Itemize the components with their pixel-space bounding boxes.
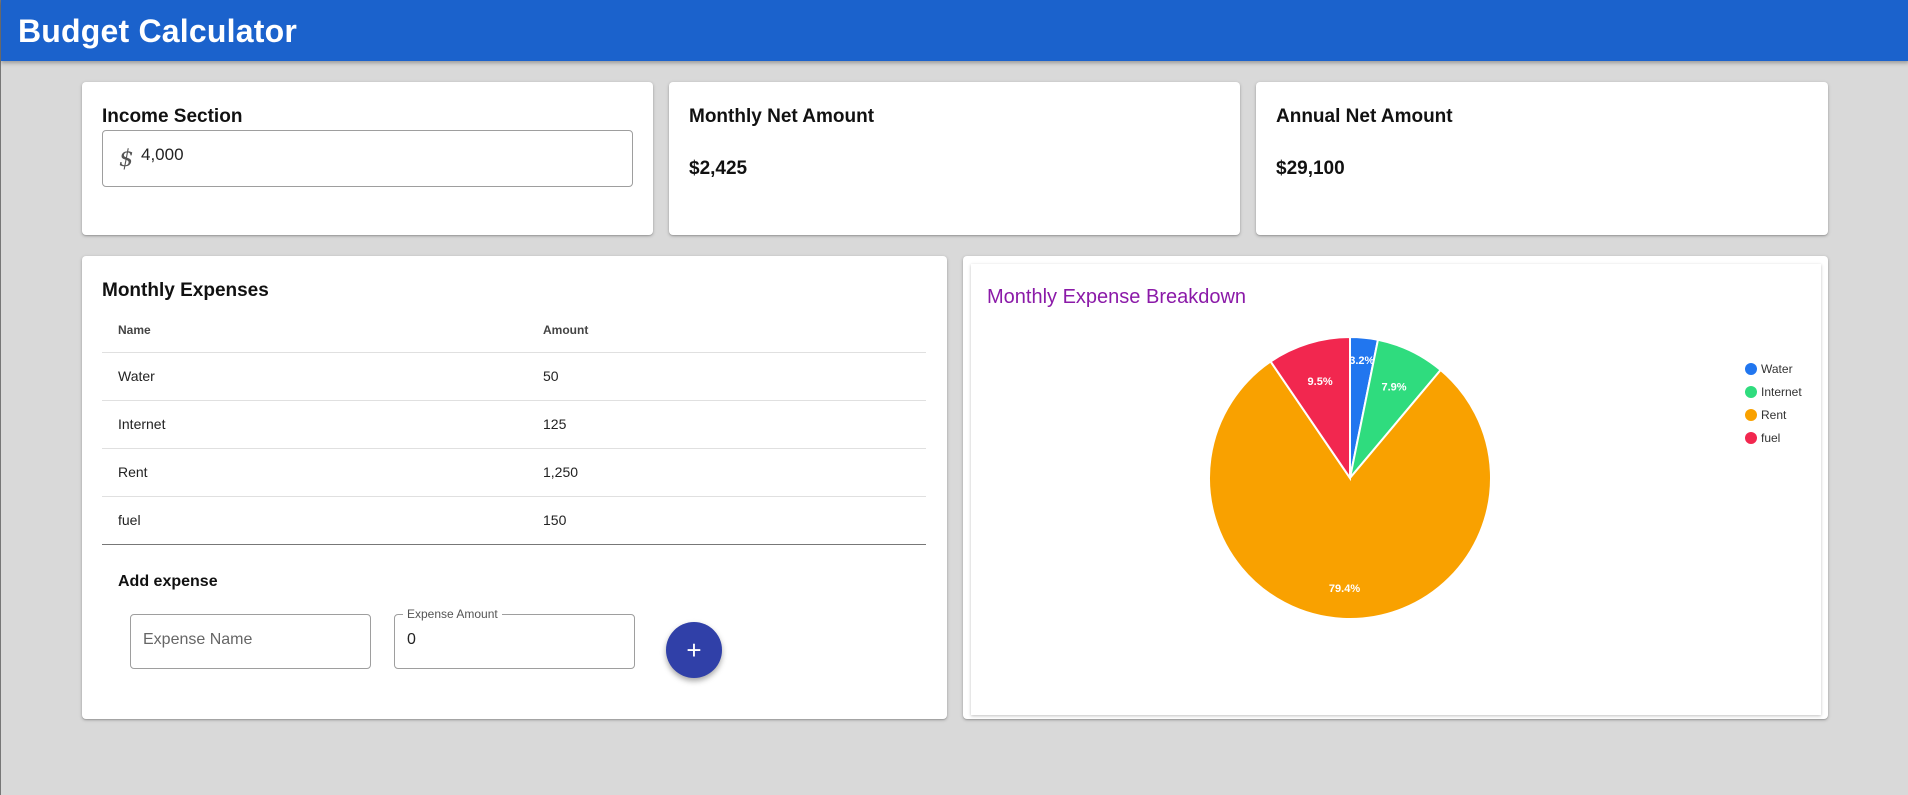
expenses-table: Name Amount Water 50 Internet 125 Rent 1… (102, 308, 926, 545)
legend-label[interactable]: Water (1761, 362, 1793, 376)
expenses-card: Monthly Expenses Name Amount Water 50 In… (82, 256, 947, 719)
pie-data-label: 7.9% (1382, 382, 1407, 394)
monthly-net-title: Monthly Net Amount (689, 106, 875, 127)
add-expense-title: Add expense (118, 573, 218, 590)
legend-label[interactable]: Rent (1761, 408, 1787, 422)
expense-name: fuel (102, 496, 527, 545)
table-row: fuel 150 (102, 496, 926, 545)
expense-amount: 150 (527, 496, 926, 545)
income-field[interactable]: $ (102, 130, 633, 187)
expenses-title: Monthly Expenses (102, 280, 269, 301)
legend-marker (1745, 432, 1757, 444)
table-row: Rent 1,250 (102, 448, 926, 497)
legend-marker (1745, 409, 1757, 421)
legend-marker (1745, 386, 1757, 398)
app-bar: Budget Calculator (1, 0, 1908, 61)
monthly-net-card: Monthly Net Amount $2,425 (669, 82, 1240, 235)
expense-name-field[interactable] (130, 614, 371, 669)
expense-name: Water (102, 352, 527, 401)
expense-amount-label: Expense Amount (403, 607, 502, 621)
pie-data-label: 3.2% (1349, 355, 1374, 367)
chart-card: Monthly Expense Breakdown 3.2% 7.9% 79.4% 9… (963, 256, 1828, 719)
legend-label[interactable]: fuel (1761, 431, 1780, 445)
plus-icon: + (686, 635, 702, 665)
annual-net-card: Annual Net Amount $29,100 (1256, 82, 1828, 235)
annual-net-value: $29,100 (1276, 158, 1345, 179)
expense-name: Rent (102, 448, 527, 497)
expense-amount: 50 (527, 352, 926, 401)
annual-net-title: Annual Net Amount (1276, 106, 1453, 127)
legend-label[interactable]: Internet (1761, 385, 1802, 399)
expense-amount: 1,250 (527, 448, 926, 497)
column-header-name: Name (102, 308, 527, 353)
table-row: Internet 125 (102, 400, 926, 449)
table-header-row: Name Amount (102, 308, 926, 353)
pie-data-label: 9.5% (1308, 376, 1333, 388)
pie-data-label: 79.4% (1329, 583, 1360, 595)
expense-name-input[interactable] (143, 631, 358, 649)
expense-amount: 125 (527, 400, 926, 449)
dollar-icon: $ (119, 146, 134, 172)
legend-marker (1745, 363, 1757, 375)
column-header-amount: Amount (527, 308, 926, 353)
income-input[interactable] (141, 145, 611, 165)
chart-panel: Monthly Expense Breakdown 3.2% 7.9% 79.4% 9… (971, 264, 1821, 715)
income-card: Income Section $ (82, 82, 653, 235)
expense-amount-field[interactable]: Expense Amount (394, 607, 635, 669)
pie-chart: 3.2% 7.9% 79.4% 9.5% Water Internet Rent fuel (1208, 335, 1802, 620)
income-title: Income Section (102, 106, 243, 127)
app-title: Budget Calculator (18, 13, 297, 49)
expense-amount-input[interactable] (407, 631, 622, 649)
monthly-net-value: $2,425 (689, 158, 748, 179)
table-row: Water 50 (102, 352, 926, 401)
add-expense-button[interactable]: + (666, 622, 722, 678)
expense-name: Internet (102, 400, 527, 449)
